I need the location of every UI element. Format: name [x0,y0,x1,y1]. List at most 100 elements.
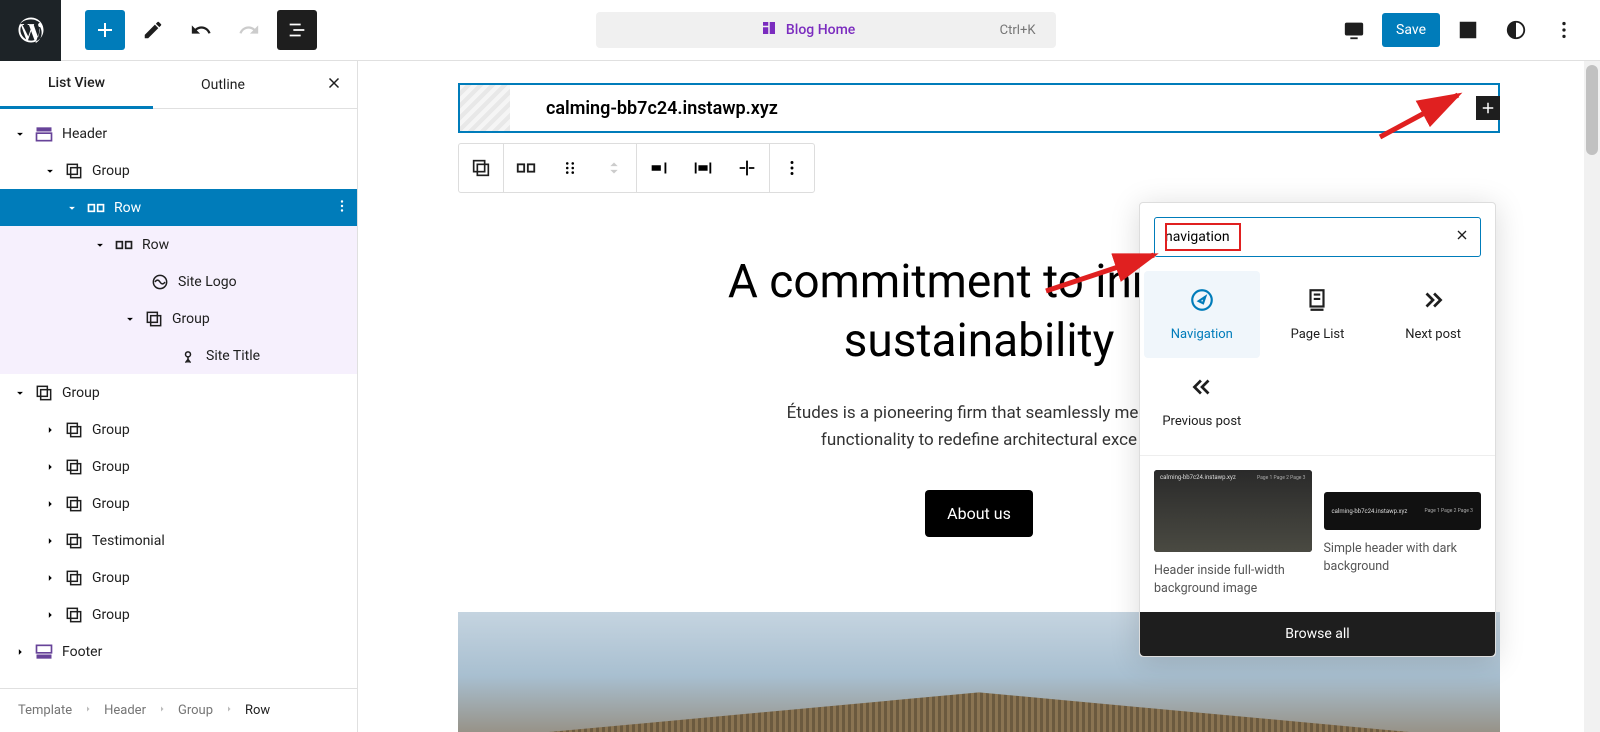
tree-item-testimonial[interactable]: Testimonial [0,522,357,559]
tools-button[interactable] [133,10,173,50]
inserter-search-input[interactable] [1165,229,1446,245]
save-button[interactable]: Save [1382,13,1440,47]
chevron-right-icon [43,497,57,511]
about-us-button[interactable]: About us [925,490,1033,537]
width-button[interactable] [725,144,769,192]
group-block-icon [64,161,84,181]
tree-item-group[interactable]: Group [0,559,357,596]
shortcut-hint: Ctrl+K [1000,23,1036,38]
tree-item-label: Group [92,570,130,586]
settings-sidebar-toggle[interactable] [1448,10,1488,50]
scrollbar-track[interactable] [1584,61,1600,732]
tree-item-group[interactable]: Group [0,485,357,522]
breadcrumb-item[interactable]: Row [245,703,270,718]
block-type-button[interactable] [459,144,503,192]
redo-icon [238,19,260,41]
header-row-block[interactable]: calming-bb7c24.instawp.xyz [458,83,1500,133]
view-button[interactable] [1334,10,1374,50]
tree-item-site-logo[interactable]: Site Logo [0,263,357,300]
tree-item-group[interactable]: Group [0,152,357,189]
tree-item-label: Site Title [206,348,260,364]
tree-item-label: Site Logo [178,274,237,290]
pattern-label: Simple header with dark background [1324,540,1482,576]
tree-item-row[interactable]: Row [0,226,357,263]
tab-outline[interactable]: Outline [153,61,293,109]
inserter-block-label: Next post [1405,327,1461,342]
inserter-block-page-list[interactable]: Page List [1260,271,1376,358]
right-toolbar: Save [1334,10,1600,50]
footer-block-icon [34,642,54,662]
scrollbar-thumb[interactable] [1586,65,1598,155]
desktop-icon [1343,19,1365,41]
block-appender-button[interactable] [1476,96,1500,120]
row-variation-button[interactable] [504,144,548,192]
inserter-search-field[interactable] [1154,217,1481,257]
breadcrumb-item[interactable]: Header [104,703,146,718]
tree-item-group[interactable]: Group [0,374,357,411]
wp-logo-button[interactable] [0,0,61,61]
inserter-pattern-1[interactable]: calming-bb7c24.instawp.xyzPage 1 Page 2 … [1154,470,1312,598]
tree-item-label: Group [92,163,130,179]
tree-item-footer[interactable]: Footer [0,633,357,670]
group-block-icon [64,531,84,551]
sidebar-tabs: List View Outline [0,61,357,109]
list-view-toggle[interactable] [277,10,317,50]
tree-item-label: Group [92,496,130,512]
inserter-block-next-post[interactable]: Next post [1375,271,1491,358]
styles-button[interactable] [1496,10,1536,50]
chevron-down-icon [13,127,27,141]
browse-all-button[interactable]: Browse all [1140,612,1495,656]
tree-item-header[interactable]: Header [0,115,357,152]
undo-button[interactable] [181,10,221,50]
group-block-icon [64,494,84,514]
more-vertical-icon [1553,19,1575,41]
tree-item-group[interactable]: Group [0,300,357,337]
sidebar-close-button[interactable] [325,74,343,96]
tree-item-row-selected[interactable]: Row [0,189,357,226]
site-logo-placeholder[interactable] [460,85,510,131]
tree-item-site-title[interactable]: Site Title [0,337,357,374]
tree-item-label: Group [172,311,210,327]
chevron-right-icon [43,571,57,585]
chevron-right-icon [43,460,57,474]
editor-canvas[interactable]: calming-bb7c24.instawp.xyz [358,61,1600,732]
inserter-block-navigation[interactable]: Navigation [1144,271,1260,358]
justify-icon [648,157,670,179]
block-inserter-button[interactable] [85,10,125,50]
redo-button[interactable] [229,10,269,50]
template-icon [760,19,778,41]
document-bar: Blog Home Ctrl+K [317,12,1334,48]
breadcrumb-item[interactable]: Group [178,703,213,718]
main-area: List View Outline Header Group Row [0,61,1600,732]
double-chevron-left-icon [1189,374,1215,400]
tree-item-group[interactable]: Group [0,448,357,485]
tree-item-label: Testimonial [92,533,165,549]
chevron-right-icon [43,423,57,437]
justify-button[interactable] [637,144,681,192]
chevron-down-icon [43,164,57,178]
drag-handle[interactable] [548,144,592,192]
block-movers[interactable] [592,144,636,192]
close-icon [1454,227,1470,243]
block-options-button[interactable] [770,144,814,192]
row-icon [515,157,537,179]
inserter-block-previous-post[interactable]: Previous post [1144,358,1260,445]
inserter-pattern-2[interactable]: calming-bb7c24.instawp.xyzPage 1 Page 2 … [1324,470,1482,598]
breadcrumb-item[interactable]: Template [18,703,72,718]
document-title-button[interactable]: Blog Home Ctrl+K [596,12,1056,48]
clear-search-button[interactable] [1454,227,1470,247]
site-title-text[interactable]: calming-bb7c24.instawp.xyz [546,98,778,119]
tab-list-view[interactable]: List View [0,61,153,109]
more-vertical-icon [333,197,351,215]
chevron-right-icon [13,645,27,659]
inserter-patterns: calming-bb7c24.instawp.xyzPage 1 Page 2 … [1140,455,1495,612]
tree-item-group[interactable]: Group [0,596,357,633]
tree-item-options[interactable] [333,197,351,219]
options-button[interactable] [1544,10,1584,50]
plus-icon [93,18,117,42]
chevron-right-icon [43,608,57,622]
chevron-right-icon [82,703,94,719]
tree-item-label: Group [92,459,130,475]
tree-item-group[interactable]: Group [0,411,357,448]
align-button[interactable] [681,144,725,192]
